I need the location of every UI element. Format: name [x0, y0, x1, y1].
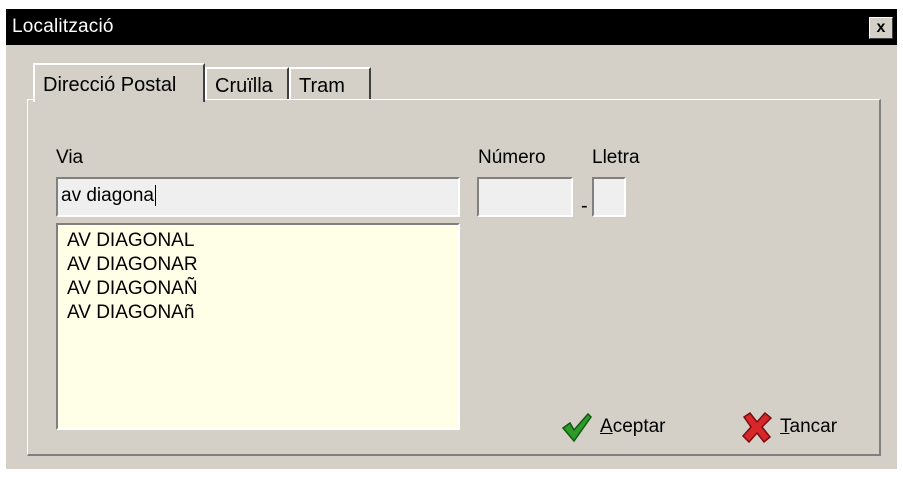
title-bar: Localització x	[6, 9, 897, 45]
tab-tram[interactable]: Tram	[289, 67, 371, 99]
lletra-input[interactable]	[592, 177, 626, 217]
x-icon	[741, 411, 773, 443]
via-suggestions-list[interactable]: AV DIAGONAL AV DIAGONAR AV DIAGONAÑ AV D…	[56, 223, 460, 430]
list-item[interactable]: AV DIAGONAL	[67, 229, 458, 253]
numero-input[interactable]	[477, 177, 573, 217]
list-item[interactable]: AV DIAGONAÑ	[67, 277, 458, 301]
accept-button[interactable]: Aceptar	[560, 408, 666, 446]
close-button[interactable]: Tancar	[740, 408, 837, 446]
tab-label: Cruïlla	[215, 75, 273, 97]
numero-label: Número	[478, 147, 546, 168]
via-input[interactable]: av diagona	[56, 177, 460, 217]
via-input-value: av diagona	[61, 185, 154, 206]
check-icon	[561, 412, 592, 443]
via-label: Via	[56, 147, 84, 168]
lletra-label: Lletra	[592, 147, 640, 168]
list-item[interactable]: AV DIAGONAR	[67, 253, 458, 277]
separator-dash: -	[581, 195, 588, 217]
list-item[interactable]: AV DIAGONAñ	[67, 301, 458, 325]
close-window-button[interactable]: x	[869, 17, 893, 39]
window-title: Localització	[12, 16, 114, 37]
tab-label: Tram	[299, 75, 345, 97]
close-label: Tancar	[780, 416, 838, 437]
tab-label: Direcció Postal	[43, 74, 177, 96]
tab-cruilla[interactable]: Cruïlla	[205, 67, 289, 99]
accept-label: Aceptar	[600, 416, 666, 437]
tab-direccio-postal[interactable]: Direcció Postal	[33, 63, 205, 102]
localitzacio-dialog: Direcció Postal Cruïlla Tram Via av diag…	[6, 45, 897, 469]
